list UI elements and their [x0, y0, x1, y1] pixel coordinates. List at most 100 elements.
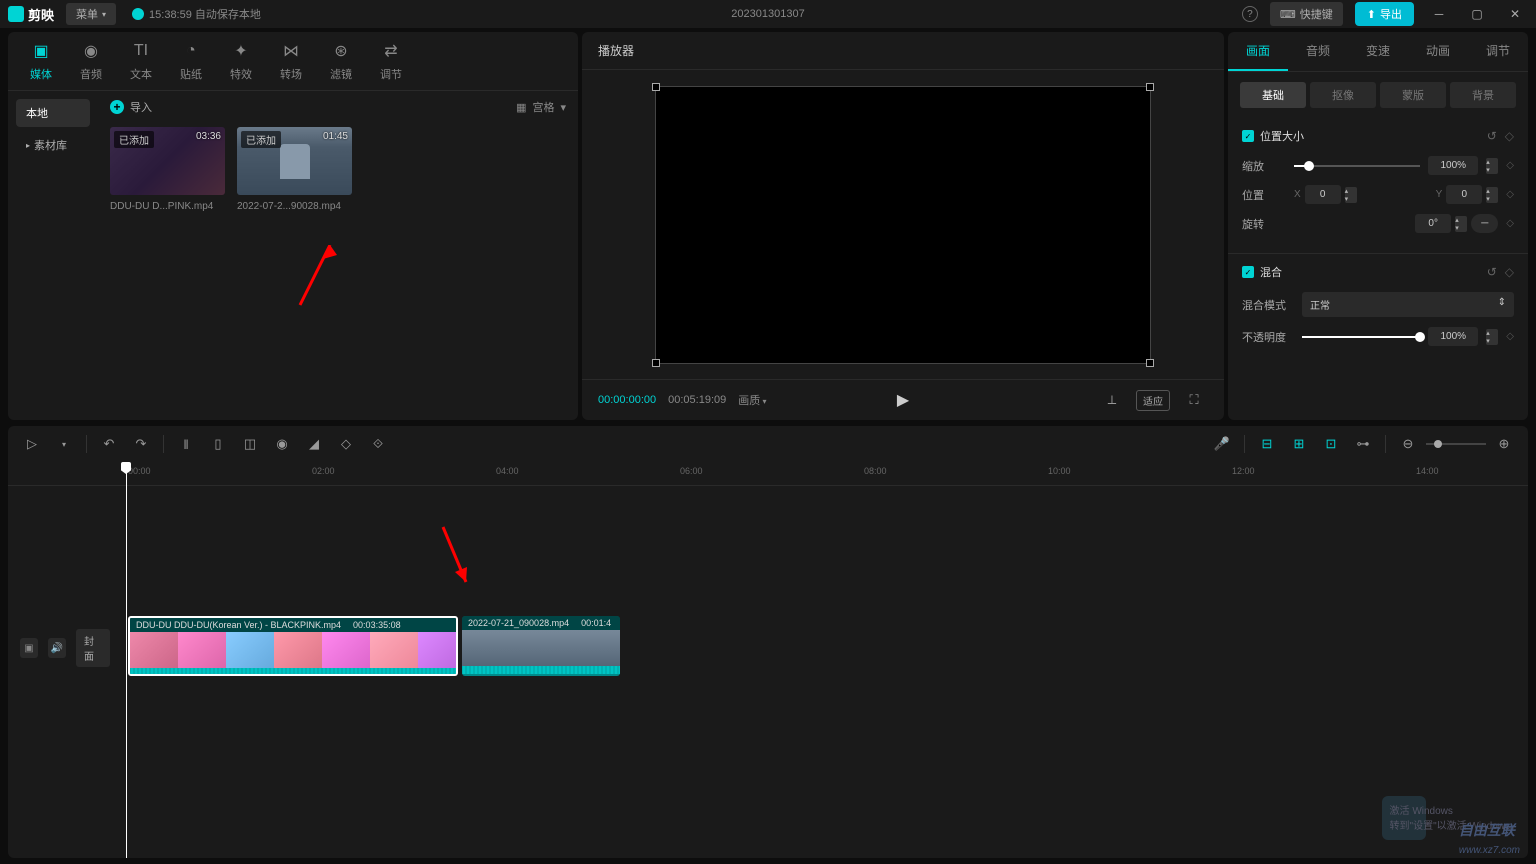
keyframe-icon[interactable]: ◇ — [1506, 160, 1514, 171]
quality-selector[interactable]: 画质 — [738, 392, 766, 408]
video-track[interactable]: DDU-DU DDU-DU(Korean Ver.) - BLACKPINK.m… — [122, 616, 1528, 680]
media-icon: ▣ — [30, 40, 52, 62]
split-tool[interactable]: ‖ — [172, 432, 200, 456]
media-item[interactable]: 已添加 03:36 DDU-DU D...PINK.mp4 — [110, 127, 225, 212]
opacity-value[interactable]: 100% — [1428, 327, 1478, 346]
chevron-down-icon[interactable]: ▾ — [50, 432, 78, 456]
select-tool[interactable]: ▷ — [18, 432, 46, 456]
subtab-mask[interactable]: 蒙版 — [1380, 82, 1446, 108]
link-icon[interactable]: ⊶ — [1349, 432, 1377, 456]
video-clip[interactable]: 2022-07-21_090028.mp400:01:4 — [462, 616, 620, 676]
zoom-out-icon[interactable]: ⊖ — [1394, 432, 1422, 456]
tab-filter[interactable]: ⊛滤镜 — [330, 40, 352, 82]
playhead[interactable] — [126, 462, 127, 858]
flip-button[interactable]: ─ — [1471, 214, 1498, 233]
preview-controls: 00:00:00:00 00:05:19:09 画质 ▶ ⟂ 适应 ⛶ — [582, 379, 1224, 420]
subtab-background[interactable]: 背景 — [1450, 82, 1516, 108]
tab-speed[interactable]: 变速 — [1348, 32, 1408, 71]
compare-icon[interactable]: ⟂ — [1098, 388, 1126, 412]
close-button[interactable]: ✕ — [1502, 4, 1528, 24]
delete-right-tool[interactable]: ◫ — [236, 432, 264, 456]
app-name: 剪映 — [28, 5, 54, 24]
rotation-value[interactable]: 0° — [1415, 214, 1451, 233]
mic-icon[interactable]: 🎤 — [1208, 432, 1236, 456]
tab-animation[interactable]: 动画 — [1408, 32, 1468, 71]
resize-handle[interactable] — [1146, 83, 1154, 91]
reset-icon[interactable]: ↺ — [1487, 265, 1497, 279]
tab-picture[interactable]: 画面 — [1228, 32, 1288, 71]
export-button[interactable]: ⬆ 导出 — [1355, 2, 1414, 26]
record-tool[interactable]: ◉ — [268, 432, 296, 456]
scale-value[interactable]: 100% — [1428, 156, 1478, 175]
stepper[interactable]: ▴▾ — [1486, 158, 1498, 174]
media-duration: 03:36 — [196, 131, 221, 142]
opacity-label: 不透明度 — [1242, 329, 1294, 345]
view-controls[interactable]: ▦ 宫格 ▾ — [516, 99, 566, 115]
media-item[interactable]: 已添加 01:45 2022-07-2...90028.mp4 — [237, 127, 352, 212]
position-x[interactable]: 0 — [1305, 185, 1341, 204]
tab-media[interactable]: ▣媒体 — [30, 40, 52, 82]
preview-axis-icon[interactable]: ⊡ — [1317, 432, 1345, 456]
snap-main-icon[interactable]: ⊟ — [1253, 432, 1281, 456]
shortcut-button[interactable]: ⌨ 快捷键 — [1270, 2, 1343, 26]
zoom-slider[interactable] — [1426, 443, 1486, 445]
snap-adjacent-icon[interactable]: ⊞ — [1285, 432, 1313, 456]
stepper[interactable]: ▴▾ — [1345, 187, 1357, 203]
mute-icon[interactable]: 🔊 — [48, 638, 66, 658]
sidebar-library[interactable]: ▸素材库 — [16, 131, 90, 159]
stepper[interactable]: ▴▾ — [1455, 216, 1467, 232]
keyframe-icon[interactable]: ◇ — [1506, 189, 1514, 200]
help-icon[interactable]: ? — [1242, 6, 1258, 22]
keyframe-icon[interactable]: ◇ — [1506, 218, 1514, 229]
reset-icon[interactable]: ↺ — [1487, 129, 1497, 143]
ratio-button[interactable]: 适应 — [1136, 390, 1170, 411]
menu-button[interactable]: 菜单 — [66, 3, 116, 25]
lock-icon[interactable]: ▣ — [20, 638, 38, 658]
timeline-ruler[interactable]: 00:00 02:00 04:00 06:00 08:00 10:00 12:0… — [8, 462, 1528, 486]
tab-adjust[interactable]: ⇄调节 — [380, 40, 402, 82]
blend-mode-select[interactable]: 正常⇕ — [1302, 292, 1514, 317]
preview-canvas[interactable] — [582, 70, 1224, 379]
tab-effects[interactable]: ✦特效 — [230, 40, 252, 82]
maximize-button[interactable]: ▢ — [1464, 4, 1490, 24]
mirror-tool[interactable]: ◢ — [300, 432, 328, 456]
stepper[interactable]: ▴▾ — [1486, 329, 1498, 345]
import-button[interactable]: 导入 — [110, 99, 152, 115]
fullscreen-icon[interactable]: ⛶ — [1180, 388, 1208, 412]
track-controls: ▣ 🔊 封面 — [8, 616, 122, 680]
tab-sticker[interactable]: ◔贴纸 — [180, 40, 202, 82]
tab-audio-props[interactable]: 音频 — [1288, 32, 1348, 71]
rotate-tool[interactable]: ◇ — [332, 432, 360, 456]
keyframe-icon[interactable]: ◇ — [1505, 129, 1514, 143]
checkbox-icon[interactable]: ✓ — [1242, 266, 1254, 278]
crop-tool[interactable]: ⟐ — [364, 432, 392, 456]
resize-handle[interactable] — [652, 83, 660, 91]
subtab-basic[interactable]: 基础 — [1240, 82, 1306, 108]
delete-left-tool[interactable]: ▯ — [204, 432, 232, 456]
video-clip[interactable]: DDU-DU DDU-DU(Korean Ver.) - BLACKPINK.m… — [128, 616, 458, 676]
cover-button[interactable]: 封面 — [76, 629, 110, 667]
resize-handle[interactable] — [1146, 359, 1154, 367]
effects-icon: ✦ — [230, 40, 252, 62]
tab-audio[interactable]: ◉音频 — [80, 40, 102, 82]
position-y[interactable]: 0 — [1446, 185, 1482, 204]
sidebar-local[interactable]: 本地 — [16, 99, 90, 127]
subtab-cutout[interactable]: 抠像 — [1310, 82, 1376, 108]
resize-handle[interactable] — [652, 359, 660, 367]
stepper[interactable]: ▴▾ — [1486, 187, 1498, 203]
play-button[interactable]: ▶ — [897, 390, 909, 410]
keyframe-icon[interactable]: ◇ — [1506, 331, 1514, 342]
tab-text[interactable]: TI文本 — [130, 40, 152, 82]
undo-button[interactable]: ↶ — [95, 432, 123, 456]
redo-button[interactable]: ↷ — [127, 432, 155, 456]
zoom-in-icon[interactable]: ⊕ — [1490, 432, 1518, 456]
scale-slider[interactable] — [1294, 165, 1420, 167]
checkbox-icon[interactable]: ✓ — [1242, 130, 1254, 142]
keyframe-icon[interactable]: ◇ — [1505, 265, 1514, 279]
minimize-button[interactable]: ─ — [1426, 4, 1452, 24]
opacity-slider[interactable] — [1302, 336, 1420, 338]
tab-transition[interactable]: ⋈转场 — [280, 40, 302, 82]
tab-color[interactable]: 调节 — [1468, 32, 1528, 71]
preview-frame[interactable] — [655, 86, 1151, 364]
timeline[interactable]: 00:00 02:00 04:00 06:00 08:00 10:00 12:0… — [8, 462, 1528, 858]
